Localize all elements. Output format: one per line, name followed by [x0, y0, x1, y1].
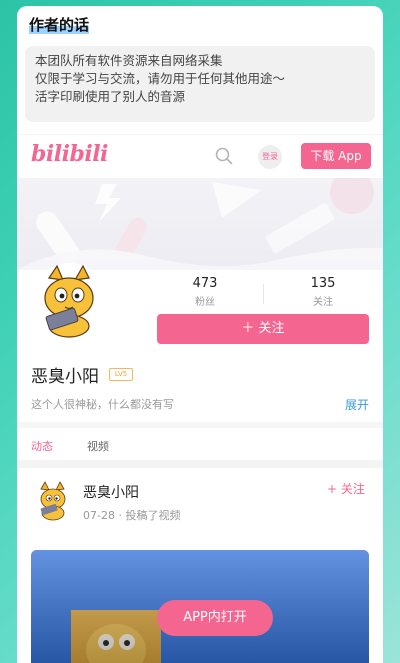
note-title: 作者的话 [29, 14, 90, 35]
feed-follow-button[interactable]: + 关注 [327, 480, 365, 497]
note-line-3: 活字印刷使用了别人的音源 [35, 89, 186, 104]
following-count: 135 [310, 276, 336, 291]
tab-dynamics[interactable]: 动态 [31, 438, 53, 454]
site-header: bilibili 登录 下载 App [17, 134, 383, 179]
profile-username: 恶臭小阳 [31, 367, 99, 387]
bilibili-logo[interactable]: bilibili [31, 141, 108, 167]
note-title-text: 作者的话 [29, 16, 90, 34]
note-line-1: 本团队所有软件资源来自网络采集 [35, 53, 223, 68]
fans-label: 粉丝 [195, 297, 215, 308]
section-divider [17, 422, 383, 428]
app-frame: 作者的话 本团队所有软件资源来自网络采集 仅限于学习与交流，请勿用于任何其他用途… [17, 6, 383, 663]
profile-bio: 这个人很神秘，什么都没有写 [31, 398, 174, 411]
profile-banner [17, 178, 383, 270]
video-thumbnail[interactable]: APP内打开 [31, 550, 369, 663]
banner-decoration [17, 178, 383, 270]
tab-videos[interactable]: 视频 [87, 438, 109, 454]
stats-divider [263, 284, 264, 304]
feed-user-avatar[interactable] [35, 481, 71, 521]
level-badge: LV5 [109, 368, 133, 381]
feed-username: 恶臭小阳 [83, 485, 139, 501]
note-line-2: 仅限于学习与交流，请勿用于任何其他用途～ [35, 71, 286, 86]
following-label: 关注 [313, 297, 333, 308]
follow-button[interactable]: ＋ 关注 [157, 314, 369, 344]
following-stat[interactable]: 135 关注 [293, 276, 353, 308]
search-icon[interactable] [215, 147, 233, 165]
user-avatar[interactable] [31, 260, 107, 340]
download-app-button[interactable]: 下载 App [301, 143, 371, 169]
note-box: 本团队所有软件资源来自网络采集 仅限于学习与交流，请勿用于任何其他用途～ 活字印… [25, 46, 375, 122]
open-in-app-button[interactable]: APP内打开 [157, 600, 273, 636]
fans-count: 473 [192, 276, 218, 291]
expand-bio-link[interactable]: 展开 [345, 396, 369, 413]
login-avatar-button[interactable]: 登录 [258, 145, 282, 169]
section-divider [17, 460, 383, 468]
fans-stat[interactable]: 473 粉丝 [175, 276, 235, 308]
feed-meta: 07-28 · 投稿了视频 [83, 509, 181, 522]
